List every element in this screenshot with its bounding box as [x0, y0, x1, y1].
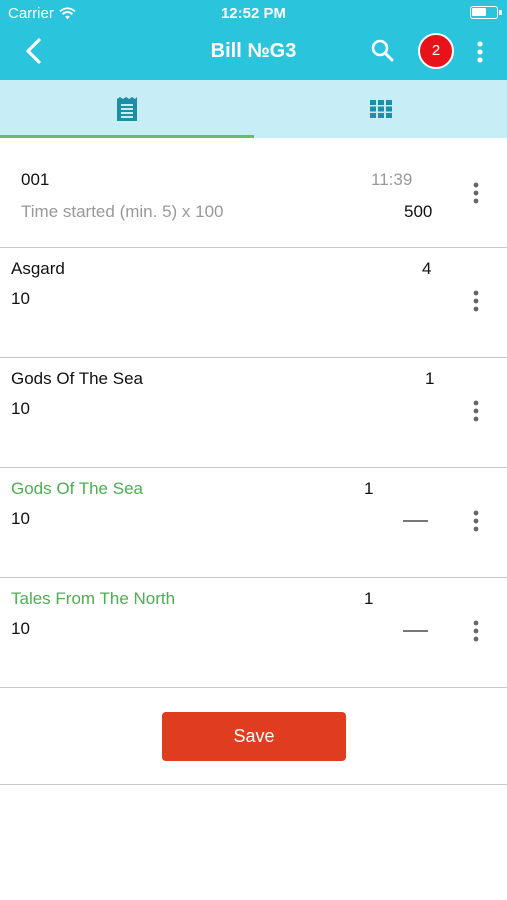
- item-name: Gods Of The Sea: [11, 369, 143, 388]
- more-vertical-icon[interactable]: [466, 180, 486, 206]
- item-code: 001: [21, 170, 50, 189]
- save-button[interactable]: Save: [162, 712, 346, 761]
- item-description: Time started (min. 5) x 100: [21, 202, 224, 221]
- tab-bar: [0, 80, 507, 138]
- tab-bill-items[interactable]: [0, 80, 253, 138]
- tab-grid-view[interactable]: [254, 80, 507, 138]
- bill-item[interactable]: Gods Of The Sea 1 10: [0, 358, 507, 468]
- bill-item-pending[interactable]: Gods Of The Sea 1 10: [0, 468, 507, 578]
- item-name: Tales From The North: [11, 589, 176, 608]
- decrease-quantity-button[interactable]: [403, 520, 428, 522]
- item-start-time: 11:39: [371, 170, 413, 189]
- receipt-list-icon: [116, 97, 137, 121]
- item-price: 10: [11, 399, 30, 418]
- nav-bar: Bill №G3 2: [0, 26, 507, 80]
- bill-item-time-charge[interactable]: 001 11:39 Time started (min. 5) x 100 50…: [0, 138, 507, 248]
- battery-icon: [470, 6, 502, 19]
- notification-badge[interactable]: 2: [418, 33, 454, 69]
- item-price: 10: [11, 289, 30, 308]
- item-name: Gods Of The Sea: [11, 479, 143, 498]
- more-vertical-icon[interactable]: [466, 398, 486, 424]
- item-price: 10: [11, 509, 30, 528]
- item-quantity: 4: [422, 259, 432, 278]
- item-name: Asgard: [11, 259, 65, 278]
- more-vertical-icon[interactable]: [466, 508, 486, 534]
- bill-item[interactable]: Asgard 4 10: [0, 248, 507, 358]
- item-amount: 500: [404, 202, 433, 221]
- item-quantity: 1: [364, 479, 374, 498]
- item-quantity: 1: [425, 369, 435, 388]
- app-header: Carrier 12:52 PM Bill №G3 2: [0, 0, 507, 80]
- more-vertical-icon[interactable]: [466, 288, 486, 314]
- decrease-quantity-button[interactable]: [403, 630, 428, 632]
- status-time: 12:52 PM: [220, 5, 287, 22]
- grid-icon: [369, 100, 392, 118]
- item-quantity: 1: [364, 589, 374, 608]
- search-icon[interactable]: [368, 36, 398, 66]
- item-price: 10: [11, 619, 30, 638]
- action-footer: Save: [0, 688, 507, 785]
- more-vertical-icon[interactable]: [466, 618, 486, 644]
- more-vertical-icon[interactable]: [468, 38, 492, 66]
- status-bar: Carrier 12:52 PM: [0, 0, 507, 26]
- bill-item-pending[interactable]: Tales From The North 1 10: [0, 578, 507, 688]
